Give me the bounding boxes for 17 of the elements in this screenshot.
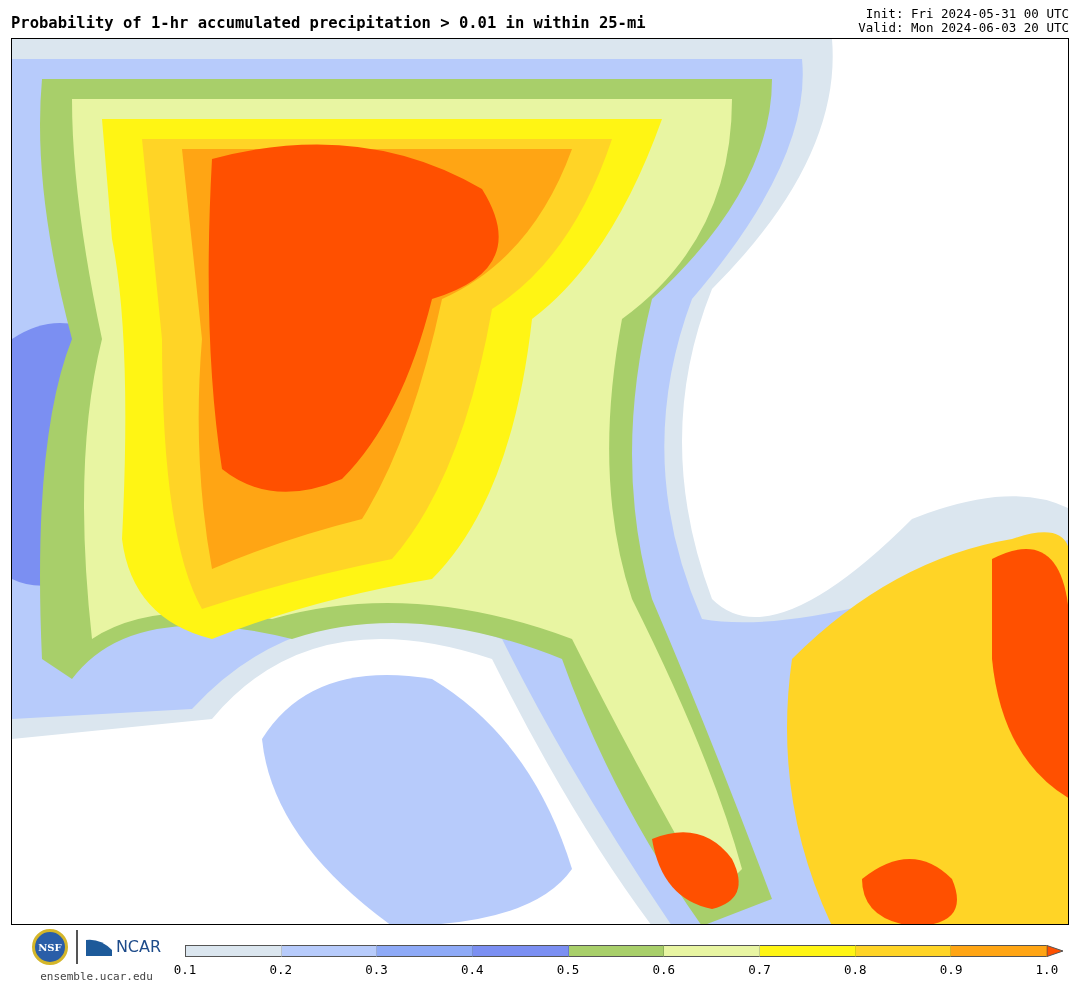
init-time: Init: Fri 2024-05-31 00 UTC — [864, 7, 1069, 21]
ncar-logo-icon — [85, 938, 112, 956]
tick-label: 0.9 — [939, 961, 964, 979]
nsf-logo: NSF — [31, 929, 68, 965]
tick-label: 0.5 — [556, 961, 581, 979]
tick-label: 0.7 — [747, 961, 772, 979]
tick-label: 0.8 — [843, 961, 868, 979]
valid-time: Valid: Mon 2024-06-03 20 UTC — [858, 21, 1069, 35]
tick-label: 0.4 — [460, 961, 485, 979]
tick-label: 0.3 — [364, 961, 389, 979]
tick-label: 0.1 — [173, 961, 197, 979]
tick-label: 0.2 — [268, 961, 293, 979]
tick-label: 1.0 — [1034, 961, 1059, 979]
ncar-logo: NCAR — [115, 936, 162, 958]
website-url: ensemble.ucar.edu — [40, 969, 153, 985]
tick-label: 0.6 — [651, 961, 676, 979]
chart-title: Probability of 1-hr accumulated precipitation > 0.01 in within 25-mi — [11, 13, 646, 34]
